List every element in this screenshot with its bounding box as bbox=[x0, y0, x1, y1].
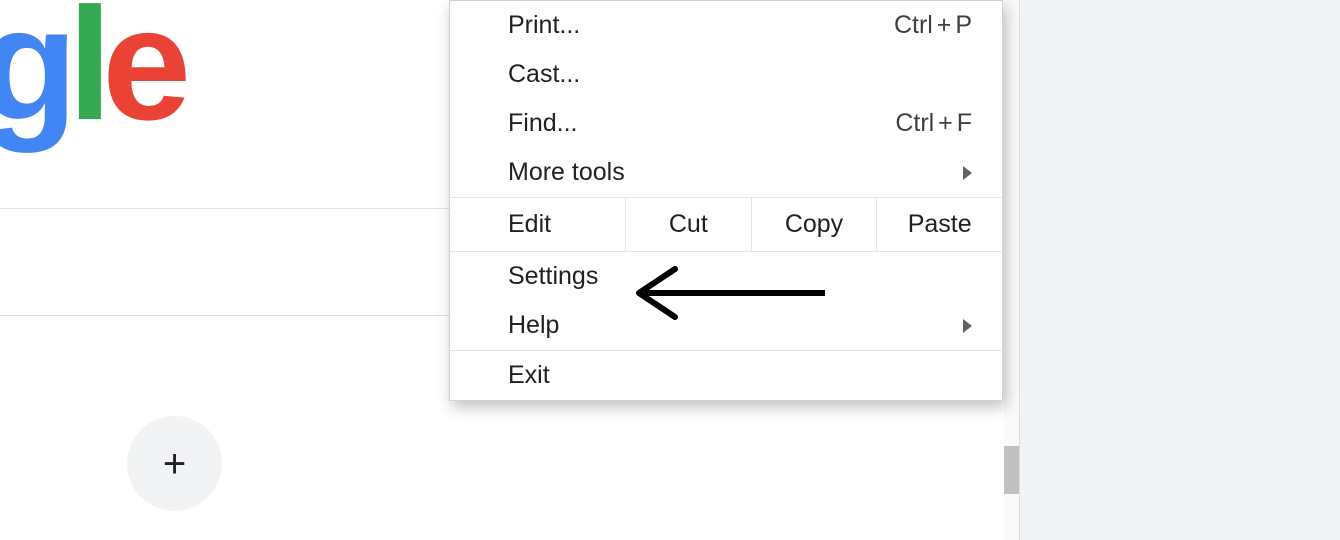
google-logo-letter-g: g bbox=[0, 0, 68, 156]
menu-section-settings: Settings Help bbox=[450, 252, 1002, 351]
menu-item-more-tools[interactable]: More tools bbox=[450, 148, 1002, 197]
google-logo-letter-e: e bbox=[102, 0, 181, 156]
window-gutter-right bbox=[1020, 0, 1340, 540]
menu-item-find[interactable]: Find... Ctrl + F bbox=[450, 99, 1002, 148]
menu-item-label: Print... bbox=[508, 11, 894, 40]
menu-edit-label: Edit bbox=[450, 198, 625, 251]
menu-section-exit: Exit bbox=[450, 351, 1002, 400]
add-shortcut-button[interactable]: + bbox=[127, 416, 222, 511]
menu-item-cut[interactable]: Cut bbox=[625, 198, 751, 251]
menu-item-label: Find... bbox=[508, 109, 895, 138]
menu-item-label: Edit bbox=[508, 210, 551, 239]
menu-section-edit: Edit Cut Copy Paste bbox=[450, 198, 1002, 252]
menu-item-label: Paste bbox=[908, 210, 972, 239]
menu-item-copy[interactable]: Copy bbox=[751, 198, 877, 251]
google-logo-letter-l: l bbox=[68, 0, 102, 156]
menu-item-label: Cast... bbox=[508, 60, 972, 89]
chrome-main-menu: Print... Ctrl + P Cast... Find... Ctrl +… bbox=[449, 0, 1003, 401]
menu-section-tools: Print... Ctrl + P Cast... Find... Ctrl +… bbox=[450, 1, 1002, 198]
menu-item-shortcut: Ctrl + P bbox=[894, 11, 972, 40]
menu-item-exit[interactable]: Exit bbox=[450, 351, 1002, 400]
chevron-right-icon bbox=[963, 166, 972, 180]
menu-item-label: Help bbox=[508, 311, 963, 340]
menu-item-label: Settings bbox=[508, 262, 972, 291]
menu-item-label: More tools bbox=[508, 158, 963, 187]
search-box[interactable] bbox=[0, 208, 450, 316]
menu-item-help[interactable]: Help bbox=[450, 301, 1002, 350]
scrollbar-track[interactable] bbox=[1004, 0, 1019, 540]
menu-item-label: Cut bbox=[669, 210, 708, 239]
menu-item-print[interactable]: Print... Ctrl + P bbox=[450, 1, 1002, 50]
menu-item-label: Copy bbox=[785, 210, 843, 239]
menu-item-shortcut: Ctrl + F bbox=[895, 109, 972, 138]
plus-icon: + bbox=[163, 444, 186, 484]
menu-item-paste[interactable]: Paste bbox=[876, 198, 1002, 251]
chevron-right-icon bbox=[963, 319, 972, 333]
menu-item-label: Exit bbox=[508, 361, 972, 390]
menu-item-settings[interactable]: Settings bbox=[450, 252, 1002, 301]
menu-item-cast[interactable]: Cast... bbox=[450, 50, 1002, 99]
google-logo: gle bbox=[0, 0, 181, 156]
scrollbar-thumb[interactable] bbox=[1004, 446, 1019, 494]
